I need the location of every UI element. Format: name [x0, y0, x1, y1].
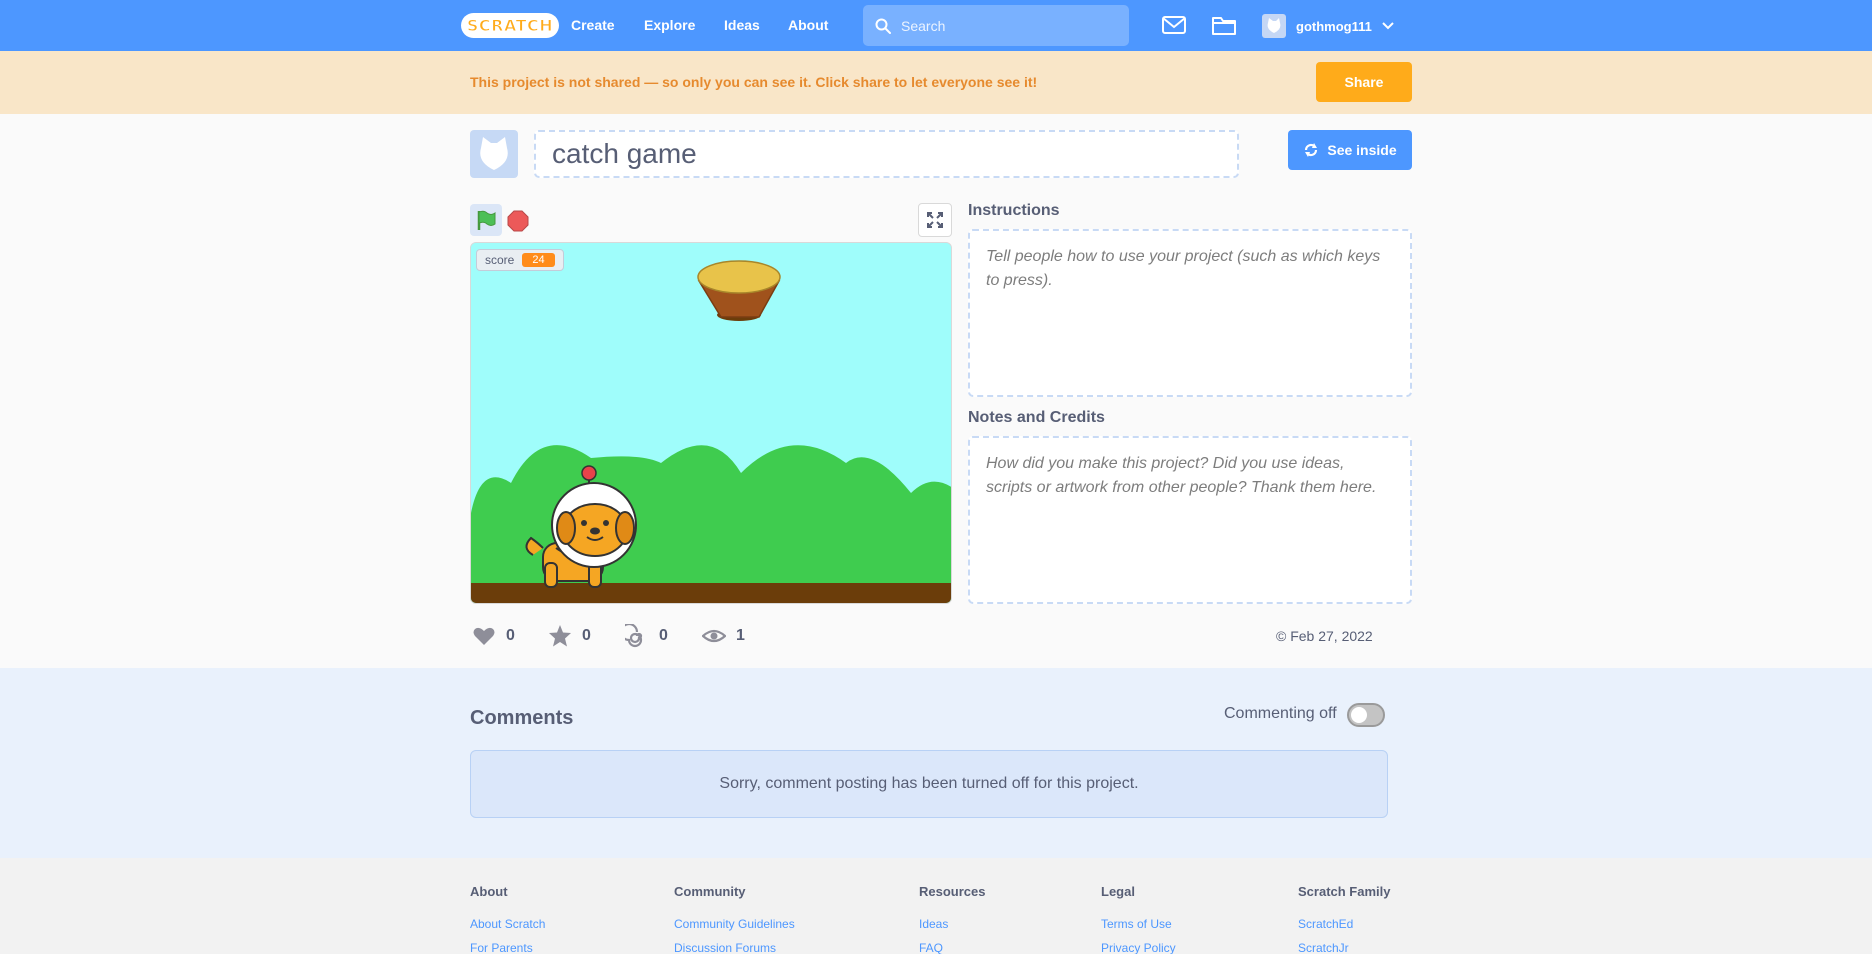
footer-heading: Legal	[1101, 884, 1135, 899]
footer-heading: Scratch Family	[1298, 884, 1391, 899]
comments-section: Comments Commenting off Sorry, comment p…	[0, 668, 1872, 858]
footer-link[interactable]: Terms of Use	[1101, 914, 1176, 938]
not-shared-message: This project is not shared — so only you…	[470, 74, 1038, 90]
footer-link[interactable]: ScratchJr	[1298, 938, 1391, 954]
remix-spiral-icon	[625, 624, 643, 648]
stage-scene	[471, 243, 951, 603]
love-count: 0	[506, 627, 515, 644]
user-avatar	[1262, 14, 1286, 38]
grass-hills	[471, 445, 951, 603]
score-monitor[interactable]: score 24	[476, 249, 564, 271]
search-icon	[875, 18, 891, 34]
footer-heading: Resources	[919, 884, 986, 899]
love-stat[interactable]: 0	[472, 624, 515, 648]
footer-col-community: Community Community Guidelines Discussio…	[674, 884, 795, 954]
user-menu[interactable]: gothmog111	[1262, 13, 1394, 39]
footer-link[interactable]: About Scratch	[470, 914, 545, 938]
nav-ideas[interactable]: Ideas	[724, 0, 760, 51]
share-button[interactable]: Share	[1316, 62, 1412, 102]
project-author-avatar[interactable]	[470, 130, 518, 178]
footer-link[interactable]: Ideas	[919, 914, 985, 938]
favorite-stat[interactable]: 0	[548, 624, 591, 648]
toggle-knob	[1351, 707, 1367, 723]
footer-link[interactable]: Privacy Policy	[1101, 938, 1176, 954]
eye-icon	[702, 629, 726, 643]
footer-heading: Community	[674, 884, 746, 899]
remix-stat: 0	[625, 624, 668, 648]
cat-avatar-icon	[1267, 18, 1281, 33]
see-inside-button[interactable]: See inside	[1288, 130, 1412, 170]
monitor-value: 24	[522, 253, 555, 267]
footer: About About Scratch For Parents Communit…	[0, 858, 1872, 954]
project-stage[interactable]: score 24	[470, 242, 952, 604]
search-box[interactable]	[863, 5, 1129, 46]
footer-link[interactable]: ScratchEd	[1298, 914, 1391, 938]
views-stat: 1	[702, 624, 745, 648]
my-stuff-folder-icon[interactable]	[1211, 14, 1237, 36]
green-flag-button[interactable]	[470, 204, 502, 236]
monitor-label: score	[485, 253, 515, 267]
footer-heading: About	[470, 884, 508, 899]
footer-link[interactable]: FAQ	[919, 938, 985, 954]
comments-title: Comments	[470, 707, 574, 729]
footer-col-scratch-family: Scratch Family ScratchEd ScratchJr	[1298, 884, 1391, 954]
footer-link[interactable]: For Parents	[470, 938, 545, 954]
nav-explore[interactable]: Explore	[644, 0, 695, 51]
star-icon	[549, 625, 571, 647]
project-title-input[interactable]	[534, 130, 1239, 178]
nav-about[interactable]: About	[788, 0, 828, 51]
username: gothmog111	[1296, 18, 1372, 34]
remix-arrows-icon	[1305, 143, 1318, 157]
instructions-textarea[interactable]	[968, 229, 1412, 397]
project-date: © Feb 27, 2022	[1276, 628, 1373, 644]
see-inside-label: See inside	[1327, 142, 1397, 158]
logo-text: SCRATCH	[460, 12, 560, 38]
top-nav: SCRATCH Create Explore Ideas About gothm…	[0, 0, 1872, 51]
stop-sign-icon[interactable]	[507, 210, 529, 232]
comments-off-notice: Sorry, comment posting has been turned o…	[470, 750, 1388, 818]
remix-count: 0	[659, 627, 668, 644]
footer-col-resources: Resources Ideas FAQ	[919, 884, 985, 954]
heart-icon	[473, 627, 495, 645]
commenting-toggle[interactable]	[1347, 703, 1385, 727]
not-shared-banner: This project is not shared — so only you…	[0, 51, 1872, 114]
footer-link[interactable]: Community Guidelines	[674, 914, 795, 938]
notes-label: Notes and Credits	[968, 409, 1105, 426]
views-count: 1	[736, 627, 745, 644]
chevron-down-icon	[1382, 22, 1394, 30]
scratch-logo[interactable]: SCRATCH	[460, 8, 560, 42]
fullscreen-icon	[927, 212, 943, 228]
footer-col-legal: Legal Terms of Use Privacy Policy	[1101, 884, 1176, 954]
messages-icon[interactable]	[1161, 14, 1187, 36]
commenting-toggle-label: Commenting off	[1224, 705, 1337, 722]
footer-link[interactable]: Discussion Forums	[674, 938, 795, 954]
nav-create[interactable]: Create	[571, 0, 615, 51]
notes-textarea[interactable]	[968, 436, 1412, 604]
favorite-count: 0	[582, 627, 591, 644]
ground	[471, 583, 951, 603]
green-flag-icon	[477, 210, 496, 230]
fullscreen-button[interactable]	[918, 203, 952, 237]
cat-avatar-icon	[480, 137, 508, 170]
instructions-label: Instructions	[968, 202, 1060, 219]
footer-col-about: About About Scratch For Parents	[470, 884, 545, 954]
search-input[interactable]	[901, 5, 1121, 46]
